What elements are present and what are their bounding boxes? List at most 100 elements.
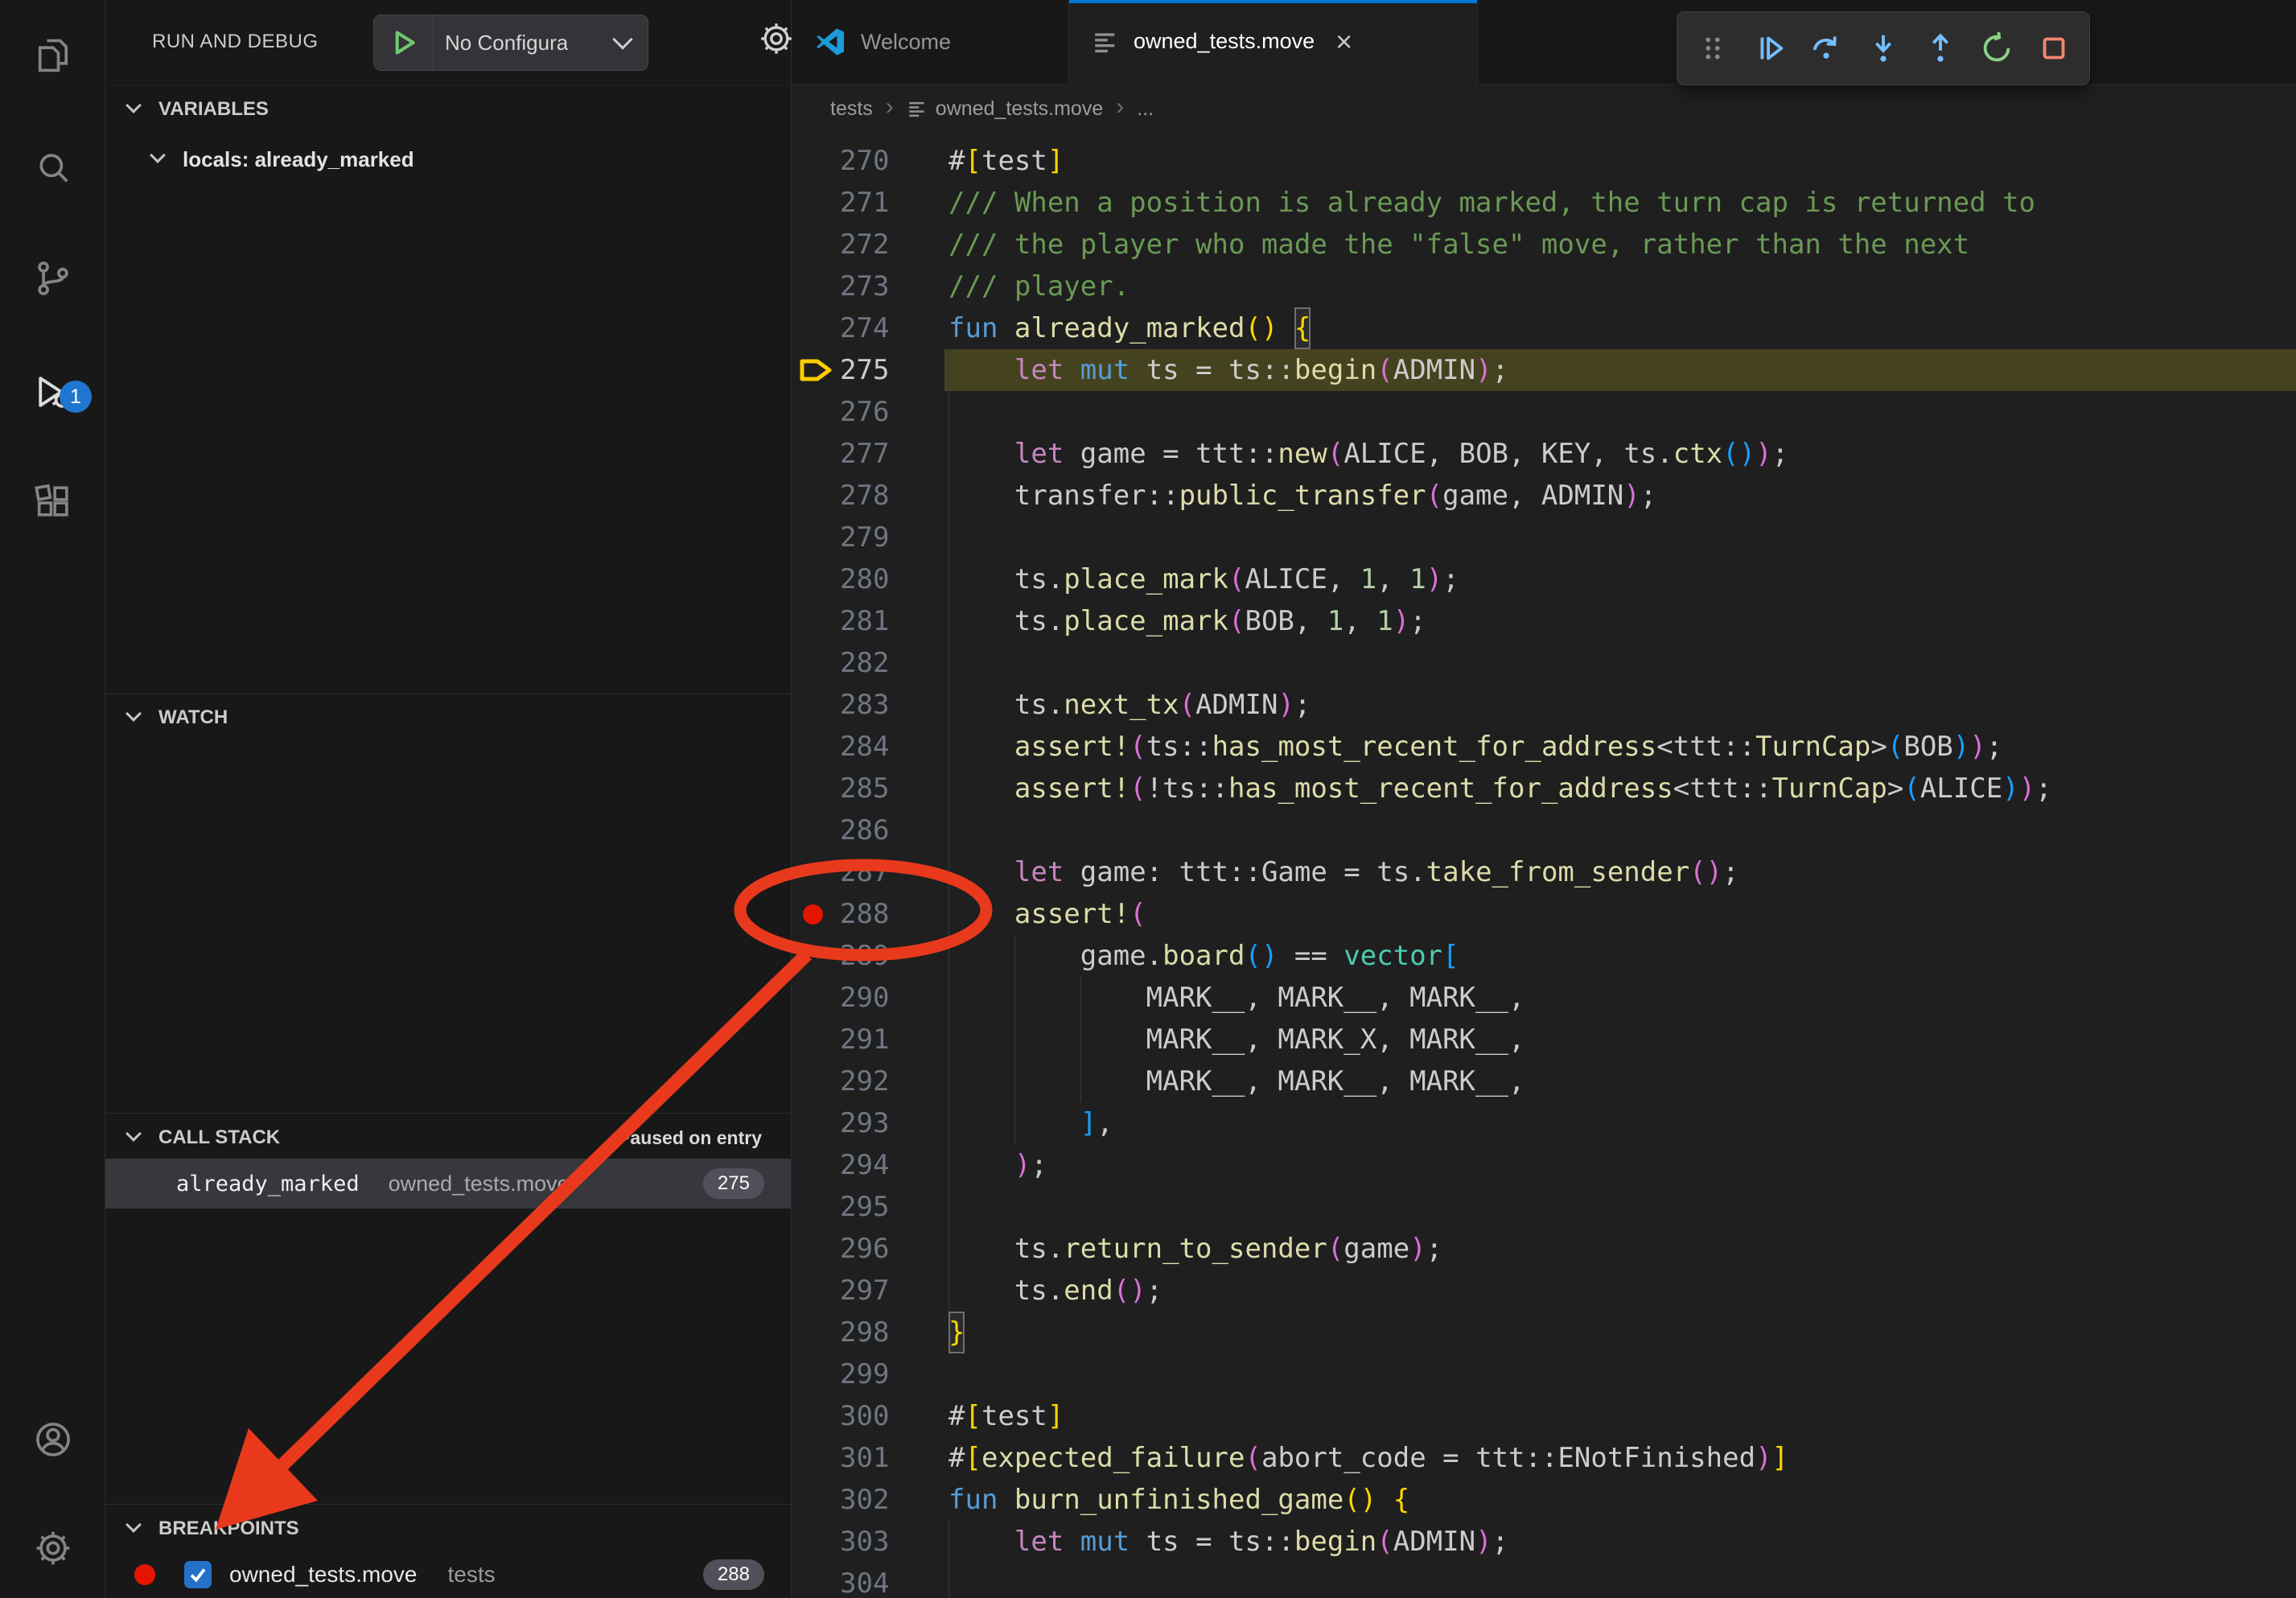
code-text[interactable]: assert!( (948, 893, 1146, 935)
gutter-glyph-margin[interactable] (792, 517, 840, 558)
code-text[interactable]: ts.end(); (948, 1270, 1162, 1312)
code-text[interactable]: MARK__, MARK__, MARK__, (948, 977, 1524, 1019)
code-text[interactable]: ts.place_mark(ALICE, 1, 1); (948, 558, 1459, 600)
gutter-glyph-margin[interactable] (792, 1228, 840, 1270)
code-text[interactable]: let mut ts = ts::begin(ADMIN); (948, 1521, 1508, 1563)
gutter-glyph-margin[interactable] (792, 1521, 840, 1563)
gutter-glyph-margin[interactable] (792, 1437, 840, 1479)
gutter-glyph-margin[interactable] (792, 684, 840, 726)
code-area[interactable]: 270#[test]271/// When a position is alre… (792, 133, 2296, 1598)
extensions-icon[interactable] (0, 460, 105, 544)
breadcrumb-file[interactable]: owned_tests.move (936, 97, 1103, 121)
code-text[interactable]: /// the player who made the "false" move… (948, 224, 1969, 266)
code-text[interactable]: MARK__, MARK_X, MARK__, (948, 1019, 1524, 1061)
run-and-debug-icon[interactable]: 1 (0, 350, 105, 434)
gutter-glyph-margin[interactable] (792, 600, 840, 642)
gutter-glyph-margin[interactable] (792, 642, 840, 684)
gutter-glyph-margin[interactable] (792, 1563, 840, 1598)
gutter-glyph-margin[interactable] (792, 1186, 840, 1228)
breakpoint-dot-icon[interactable] (803, 904, 823, 925)
gutter-glyph-margin[interactable] (792, 1102, 840, 1144)
gutter-glyph-margin[interactable] (792, 1019, 840, 1061)
code-text[interactable]: let game = ttt::new(ALICE, BOB, KEY, ts.… (948, 433, 1788, 475)
variables-locals-row[interactable]: locals: already_marked (105, 138, 791, 180)
code-text[interactable]: ); (948, 1144, 1047, 1186)
gutter-glyph-margin[interactable] (792, 1061, 840, 1102)
code-line: 293 ], (792, 1102, 2296, 1144)
code-text[interactable]: fun burn_unfinished_game() { (948, 1479, 1409, 1521)
code-text[interactable]: assert!(!ts::has_most_recent_for_address… (948, 768, 2052, 809)
gutter-glyph-margin[interactable] (792, 1144, 840, 1186)
explorer-icon[interactable] (0, 14, 105, 97)
code-text[interactable]: #[test] (948, 1395, 1064, 1437)
tab-owned-tests-move[interactable]: owned_tests.move × (1069, 0, 1478, 84)
gutter-glyph-margin[interactable] (792, 433, 840, 475)
gutter-glyph-margin[interactable] (792, 851, 840, 893)
debug-settings-gear-icon[interactable] (757, 19, 796, 62)
watch-section-header[interactable]: WATCH (105, 698, 791, 737)
code-text[interactable]: ], (948, 1102, 1113, 1144)
gutter-glyph-margin[interactable] (792, 935, 840, 977)
code-text[interactable]: #[expected_failure(abort_code = ttt::ENo… (948, 1437, 1788, 1479)
gutter-glyph-margin[interactable] (792, 140, 840, 182)
breakpoints-section-header[interactable]: BREAKPOINTS (105, 1509, 791, 1548)
gutter-glyph-margin[interactable] (792, 224, 840, 266)
code-text[interactable]: let mut ts = ts::begin(ADMIN); (948, 349, 1508, 391)
step-out-button[interactable] (1918, 23, 1963, 74)
gutter-glyph-margin[interactable] (792, 1312, 840, 1353)
gutter-gap (888, 433, 948, 475)
code-text[interactable]: transfer::public_transfer(game, ADMIN); (948, 475, 1656, 517)
breakpoint-checkbox[interactable] (184, 1561, 212, 1588)
code-text[interactable]: MARK__, MARK__, MARK__, (948, 1061, 1524, 1102)
account-icon[interactable] (0, 1398, 105, 1481)
code-text[interactable]: } (948, 1312, 965, 1353)
code-text[interactable]: #[test] (948, 140, 1064, 182)
tab-welcome[interactable]: Welcome (792, 0, 1069, 84)
gutter-glyph-margin[interactable] (792, 475, 840, 517)
gutter-glyph-margin[interactable] (792, 1479, 840, 1521)
gutter-glyph-margin[interactable] (792, 266, 840, 307)
gutter-glyph-margin[interactable] (792, 1395, 840, 1437)
code-text[interactable]: fun already_marked() { (948, 307, 1311, 349)
breakpoint-list-item[interactable]: owned_tests.move tests 288 (105, 1550, 791, 1598)
code-text[interactable]: ts.return_to_sender(game); (948, 1228, 1442, 1270)
gutter-glyph-margin[interactable] (792, 977, 840, 1019)
code-text[interactable]: /// player. (948, 266, 1129, 307)
gutter-glyph-margin[interactable] (792, 558, 840, 600)
chevron-down-icon (125, 97, 142, 113)
gutter-glyph-margin[interactable] (792, 1353, 840, 1395)
code-text[interactable]: ts.place_mark(BOB, 1, 1); (948, 600, 1426, 642)
gutter-glyph-margin[interactable] (792, 809, 840, 851)
breadcrumb-folder[interactable]: tests (830, 97, 873, 121)
code-text[interactable]: ts.next_tx(ADMIN); (948, 684, 1311, 726)
gutter-glyph-margin[interactable] (792, 391, 840, 433)
breadcrumb-symbol[interactable]: ... (1137, 97, 1154, 121)
continue-button[interactable] (1747, 23, 1792, 74)
gutter-glyph-margin[interactable] (792, 1270, 840, 1312)
close-icon[interactable]: × (1335, 27, 1352, 56)
toolbar-drag-handle[interactable] (1690, 23, 1735, 74)
step-over-button[interactable] (1804, 23, 1849, 74)
gutter-glyph-margin[interactable] (792, 726, 840, 768)
gutter-glyph-margin[interactable] (792, 893, 840, 935)
gutter-glyph-margin[interactable] (792, 182, 840, 224)
debug-configuration-dropdown[interactable]: No Configura (373, 14, 648, 71)
code-text[interactable]: /// When a position is already marked, t… (948, 182, 2035, 224)
gutter-glyph-margin[interactable] (792, 307, 840, 349)
gutter-gap (888, 1019, 948, 1061)
stop-button[interactable] (2031, 23, 2076, 74)
code-text[interactable]: let game: ttt::Game = ts.take_from_sende… (948, 851, 1739, 893)
code-text[interactable]: game.board() == vector[ (948, 935, 1459, 977)
start-debug-icon[interactable] (374, 15, 434, 70)
gutter-glyph-margin[interactable] (792, 349, 840, 391)
source-control-icon[interactable] (0, 237, 105, 320)
gutter-glyph-margin[interactable] (792, 768, 840, 809)
settings-gear-icon[interactable] (0, 1506, 105, 1590)
gutter-gap (888, 307, 948, 349)
search-icon[interactable] (0, 126, 105, 210)
restart-button[interactable] (1974, 23, 2019, 74)
call-stack-frame-row[interactable]: already_marked owned_tests.move 275 (105, 1159, 791, 1209)
code-text[interactable]: assert!(ts::has_most_recent_for_address<… (948, 726, 2002, 768)
step-into-button[interactable] (1861, 23, 1906, 74)
variables-section-header[interactable]: VARIABLES (105, 90, 791, 129)
